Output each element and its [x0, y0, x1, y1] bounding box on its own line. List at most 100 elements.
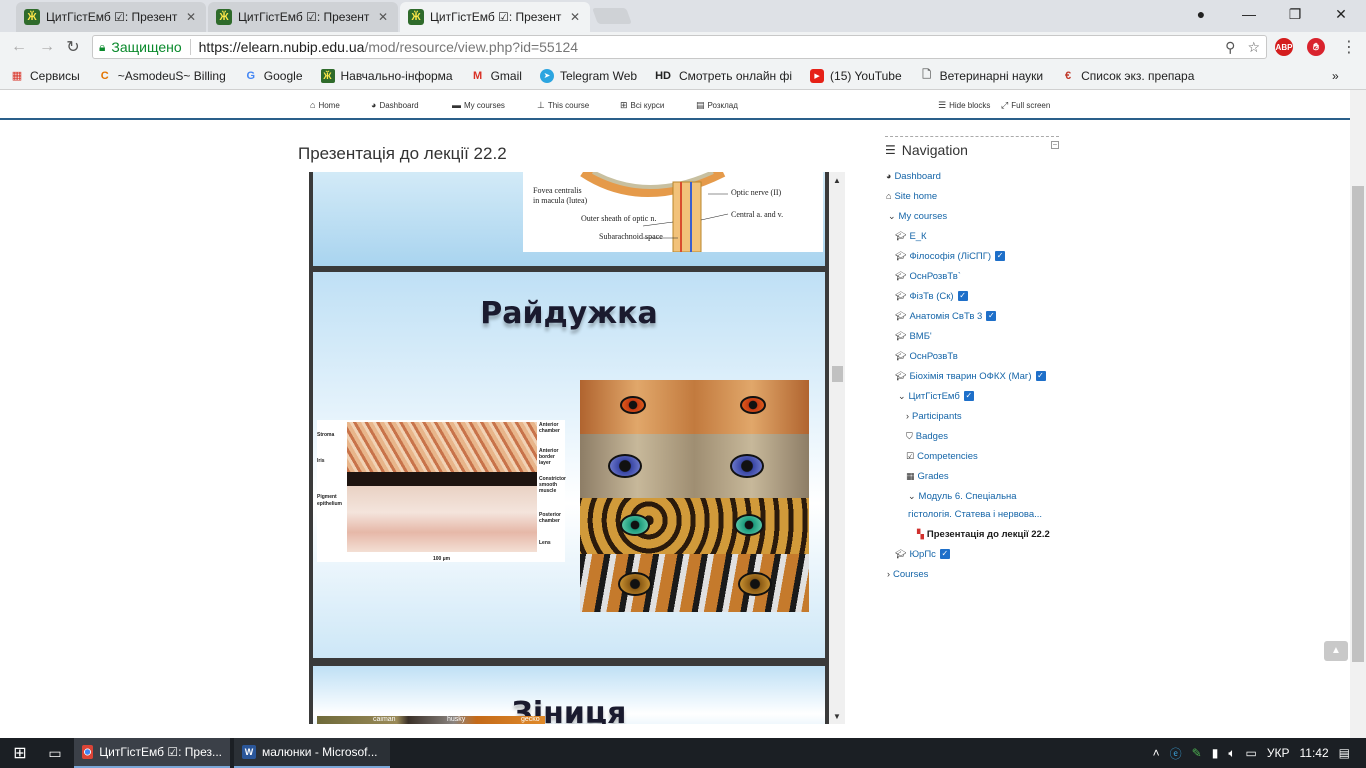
adblock-icon[interactable]: ABP: [1275, 38, 1293, 56]
windows-start-icon[interactable]: ⊞: [0, 738, 40, 768]
clock[interactable]: 11:42: [1300, 746, 1329, 760]
back-to-top-button[interactable]: ▲: [1324, 641, 1348, 661]
page-scroll-thumb[interactable]: [1352, 186, 1364, 662]
profile-icon[interactable]: ●: [1178, 0, 1224, 28]
task-label: ЦитГістЕмб ☑: През...: [99, 745, 222, 759]
nav-course-anatomy[interactable]: 🎓︎ Анатомія СвТв 3 ✓: [895, 309, 997, 323]
taskbar-word[interactable]: W малюнки - Microsof...: [234, 738, 390, 768]
bookmarks-bar: ▦ Сервисы C ~AsmodeuS~ Billing G Google …: [0, 62, 1366, 90]
nav-participants[interactable]: › Participants: [906, 409, 962, 423]
viewer-scrollbar[interactable]: ▲ ▼: [829, 172, 845, 724]
nav-course-osnrozvtv-2[interactable]: 🎓︎ ОснРозвТв: [895, 349, 958, 363]
browser-toolbar: ← → ↻ 🔒︎ Защищено https://elearn.nubip.e…: [0, 32, 1366, 62]
bookmark-telegram[interactable]: ➤ Telegram Web: [539, 68, 637, 83]
slides-viewer[interactable]: Fovea centralis in macula (lutea) Optic …: [309, 172, 845, 724]
keyboard-language[interactable]: УКР: [1267, 746, 1290, 760]
browser-tab-3-active[interactable]: Ӂ ЦитГістЕмб ☑: Презент ✕: [400, 2, 590, 32]
zoom-search-icon[interactable]: ⚲: [1225, 39, 1235, 56]
new-tab-button[interactable]: [592, 8, 632, 24]
bookmark-youtube[interactable]: ▶ (15) YouTube: [810, 68, 902, 83]
minimize-button[interactable]: —: [1226, 0, 1272, 28]
nav-label: ЦитГістЕмб: [908, 390, 960, 402]
checkbox-icon: ✓: [1035, 371, 1046, 381]
label-macula: in macula (lutea): [533, 196, 588, 205]
nav-my-courses-link[interactable]: ⌄ My courses: [888, 209, 947, 223]
more-bookmarks-button[interactable]: »: [1332, 69, 1339, 83]
task-view-icon[interactable]: ▭: [40, 738, 70, 768]
volume-icon[interactable]: 🔈︎: [1228, 746, 1235, 761]
task-label: малюнки - Microsof...: [262, 745, 378, 759]
close-window-button[interactable]: ✕: [1318, 0, 1364, 28]
full-screen-button[interactable]: ⤢ Full screen: [1001, 100, 1050, 111]
tray-app-icon[interactable]: ⓔ: [1170, 745, 1182, 762]
bookmark-google[interactable]: G Google: [244, 69, 303, 83]
nav-course-philosophy[interactable]: 🎓︎ Філософія (ЛіСПГ) ✓: [895, 249, 1006, 263]
nav-badges[interactable]: ⛉ Badges: [906, 429, 948, 443]
nav-current-presentation[interactable]: ▚ Презентація до лекції 22.2: [917, 527, 1050, 541]
adguard-hand-icon[interactable]: ✋︎: [1307, 38, 1325, 56]
back-arrow-icon[interactable]: ←: [8, 36, 30, 58]
bookmark-nubip[interactable]: Ӂ Навчально-інформа: [320, 68, 453, 83]
bookmark-star-icon[interactable]: ☆: [1247, 39, 1260, 56]
nav-home[interactable]: ⌂ Home: [310, 100, 340, 110]
nav-this-course[interactable]: ⊥ This course: [537, 100, 589, 111]
nav-label: Dashboard: [379, 100, 419, 110]
briefcase-icon: ▬: [452, 100, 461, 110]
nav-courses[interactable]: › Courses: [887, 567, 928, 581]
nav-label: ОснРозвТв`: [909, 270, 961, 282]
nav-course-cytohistemb[interactable]: ⌄ ЦитГістЕмб ✓: [898, 389, 974, 403]
scroll-down-arrow-icon[interactable]: ▼: [829, 712, 845, 721]
battery-icon[interactable]: ▭: [1246, 746, 1257, 760]
notifications-icon[interactable]: ▤: [1339, 746, 1350, 760]
nav-grades[interactable]: ▦ Grades: [906, 469, 949, 483]
nav-module-6[interactable]: ⌄ Модуль 6. Спеціальна: [908, 489, 1017, 503]
menu-kebab-icon[interactable]: ⋮: [1338, 36, 1360, 58]
nav-course-biochemistry[interactable]: 🎓︎ Біохімія тварин ОФКХ (Маг) ✓: [895, 369, 1046, 383]
bookmark-asmodeus[interactable]: C ~AsmodeuS~ Billing: [98, 69, 226, 83]
collapse-block-icon[interactable]: –: [1051, 141, 1059, 149]
taskbar-chrome[interactable]: ЦитГістЕмб ☑: През...: [74, 738, 230, 768]
telegram-icon: ➤: [539, 68, 554, 83]
tray-pen-icon[interactable]: ✎: [1192, 746, 1202, 760]
eye-anatomy-diagram: Fovea centralis in macula (lutea) Optic …: [523, 172, 823, 253]
bookmark-vet-science[interactable]: 🗋︎ Ветеринарні науки: [920, 69, 1043, 83]
nav-dashboard-link[interactable]: ◕ Dashboard: [886, 169, 941, 183]
forward-arrow-icon[interactable]: →: [36, 36, 58, 58]
nav-label: Courses: [893, 568, 929, 580]
browser-tab-2[interactable]: Ӂ ЦитГістЕмб ☑: Презент ✕: [208, 2, 398, 32]
reload-icon[interactable]: ↻: [62, 36, 84, 58]
iris-histology-image: Stroma Iris Pigment epithelium Anterior …: [317, 420, 566, 562]
address-bar[interactable]: 🔒︎ Защищено https://elearn.nubip.edu.ua …: [92, 35, 1267, 59]
scroll-up-arrow-icon[interactable]: ▲: [829, 176, 845, 185]
bookmark-services[interactable]: ▦ Сервисы: [10, 69, 80, 83]
close-tab-icon[interactable]: ✕: [184, 10, 198, 24]
bookmark-gmail[interactable]: M Gmail: [471, 69, 522, 83]
viewer-scroll-thumb[interactable]: [832, 366, 843, 382]
eye-left: [608, 454, 642, 478]
nav-course-osnrozvtv-1[interactable]: 🎓︎ ОснРозвТв`: [895, 269, 961, 283]
nav-label: Participants: [912, 410, 962, 422]
nav-all-courses[interactable]: ⊞ Всі курси: [620, 100, 664, 111]
nav-competencies[interactable]: ☑ Competencies: [906, 449, 978, 463]
nav-course-fiztv[interactable]: 🎓︎ ФізТв (Ск) ✓: [895, 289, 968, 303]
graduation-cap-icon: 🎓︎: [895, 548, 907, 559]
close-tab-icon[interactable]: ✕: [376, 10, 390, 24]
nav-module-6-cont[interactable]: гістологія. Статева і нервова...: [908, 507, 1042, 521]
network-icon[interactable]: ▮: [1212, 746, 1219, 760]
restore-button[interactable]: ❐: [1272, 0, 1318, 28]
nav-schedule[interactable]: ▤ Розклад: [696, 100, 738, 111]
home-icon: ⌂: [886, 191, 892, 201]
nav-my-courses[interactable]: ▬ My courses: [452, 100, 505, 110]
browser-tab-1[interactable]: Ӂ ЦитГістЕмб ☑: Презент ✕: [16, 2, 206, 32]
close-tab-icon[interactable]: ✕: [568, 10, 582, 24]
nav-course-yurps[interactable]: 🎓︎ ЮрПс ✓: [895, 547, 950, 561]
nav-dashboard[interactable]: ◕ Dashboard: [371, 100, 419, 110]
bookmark-exam-list[interactable]: € Список экз. препара: [1061, 69, 1194, 83]
nav-site-home-link[interactable]: ⌂ Site home: [886, 189, 937, 203]
page-scrollbar[interactable]: [1350, 90, 1366, 738]
tray-chevron-up-icon[interactable]: ˄: [1153, 746, 1160, 760]
bookmark-hd-online[interactable]: HD Смотреть онлайн фі: [655, 69, 792, 83]
nav-course-ek[interactable]: 🎓︎ Е_К: [895, 229, 927, 243]
nav-course-vmb[interactable]: 🎓︎ ВМБ': [895, 329, 932, 343]
hide-blocks-button[interactable]: ☰ Hide blocks: [938, 100, 990, 111]
